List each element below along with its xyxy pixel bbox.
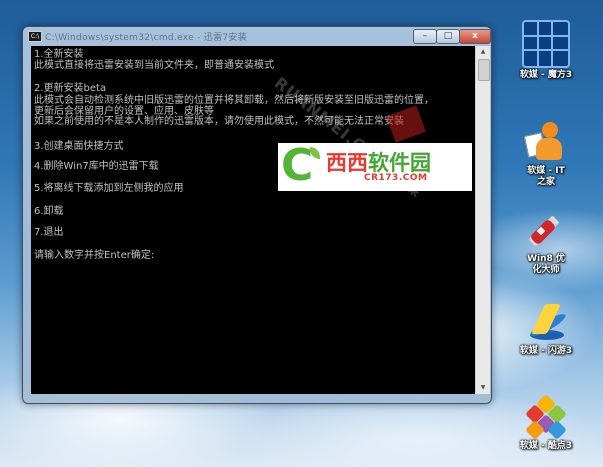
window-title: C:\Windows\system32\cmd.exe - 迅雷7安装 xyxy=(45,33,248,43)
console-line: 1.全新安装 xyxy=(34,49,84,60)
desktop-icon-shanyou[interactable]: 软媒 - 闪游3 xyxy=(511,300,581,357)
colorful-hexagons-icon xyxy=(524,394,568,440)
desktop-icon-label: 软媒 - 魔方3 xyxy=(519,70,573,80)
logo-letter: C xyxy=(281,140,314,191)
console-output[interactable]: 1.全新安装 此模式直接将迅雷安装到当前文件夹，即普通安装模式 2.更新安装be… xyxy=(31,46,490,394)
desktop-icon-label: Win8 优化大师 xyxy=(527,254,565,275)
desktop-icon-ithome[interactable]: 软媒 - IT之家 xyxy=(511,120,581,188)
desktop-icon-label: 软媒 - 闪游3 xyxy=(519,346,573,356)
console-line: 5.将离线下载添加到左侧我的应用 xyxy=(34,183,184,194)
scroll-down-arrow-icon[interactable]: ▼ xyxy=(476,382,490,394)
console-line: 4.删除Win7库中的迅雷下载 xyxy=(34,161,159,172)
logo-title-green: 软件园 xyxy=(368,151,431,175)
console-line: 3.创建桌面快捷方式 xyxy=(34,141,124,152)
maximize-button[interactable]: □ xyxy=(436,29,460,44)
scroll-thumb[interactable] xyxy=(478,59,490,81)
cmd-icon: C:\ xyxy=(28,31,42,42)
console-window[interactable]: C:\ C:\Windows\system32\cmd.exe - 迅雷7安装 … xyxy=(22,26,492,404)
ithome-person-icon xyxy=(523,120,568,164)
logo-url: CR173.COM xyxy=(364,173,428,183)
console-line: 此模式会自动检测系统中旧版迅雷的位置并将其卸载，然后将新版安装至旧版迅雷的位置， xyxy=(34,95,434,106)
title-bar[interactable]: C:\ C:\Windows\system32\cmd.exe - 迅雷7安装 … xyxy=(23,27,491,45)
console-line: 6.卸载 xyxy=(34,206,64,217)
minimize-button[interactable]: – xyxy=(413,29,437,44)
close-button[interactable]: x xyxy=(459,29,491,44)
rubik-cube-icon xyxy=(522,20,570,68)
console-line: 此模式直接将迅雷安装到当前文件夹，即普通安装模式 xyxy=(34,60,274,71)
vertical-scrollbar[interactable]: ▲ ▼ xyxy=(475,46,490,394)
desktop-icon-label: 软媒 - 酷点3 xyxy=(519,441,573,451)
desktop-icon-win8-optimizer[interactable]: Win8 优化大师 xyxy=(511,208,581,276)
console-prompt: 请输入数字并按Enter确定: xyxy=(34,250,155,261)
desktop-icon-label: 软媒 - IT之家 xyxy=(527,166,565,187)
flash-game-icon xyxy=(524,300,568,344)
desktop-icon-mofang[interactable]: 软媒 - 魔方3 xyxy=(511,20,581,81)
scroll-up-arrow-icon[interactable]: ▲ xyxy=(476,46,490,58)
swiss-knife-icon xyxy=(524,208,568,252)
cr173-logo: C 西西软件园 CR173.COM xyxy=(278,140,472,191)
logo-title-red: 西西 xyxy=(326,151,368,175)
desktop-icon-kudian[interactable]: 软媒 - 酷点3 xyxy=(511,394,581,452)
console-line: 7.退出 xyxy=(34,227,64,238)
console-line: 2.更新安装beta xyxy=(34,83,107,94)
